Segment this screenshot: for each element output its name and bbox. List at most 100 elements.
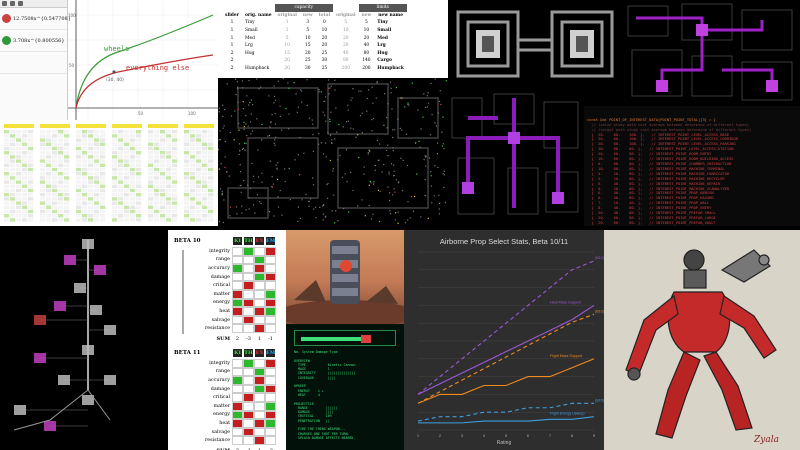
beta-sum-value: -1 [268, 335, 273, 342]
table-cell: 10 [321, 28, 328, 34]
table-cell: 10 [343, 28, 349, 34]
beta-stat-row: resistance [192, 436, 276, 445]
expression-row-2[interactable]: 3.708x^{0.800556} [0, 30, 67, 52]
table-cell: 20 [343, 35, 349, 41]
beta-stat-cell [243, 272, 254, 282]
ascii-map-panel [218, 78, 448, 226]
undo-icon[interactable] [10, 1, 15, 6]
table-cell: 10 [284, 43, 290, 49]
table-cell: 2 [230, 66, 234, 72]
expression-list: 12.7508x^{0.547708} 3.708x^{0.800556} [0, 0, 71, 120]
beta-stat-cell [232, 384, 243, 394]
pipe-maze-panel [448, 0, 622, 88]
table-cell: 1 [285, 20, 289, 26]
table-cell: 20 [304, 50, 311, 56]
beta-stat-cell [254, 410, 265, 420]
beta-stat-cell [232, 419, 243, 428]
table-cell: 25 [321, 66, 328, 72]
table-cell: Lrg [377, 43, 386, 49]
beta-stat-label: damage [210, 274, 230, 280]
beta-column-header: TH [243, 236, 254, 247]
y-tick-label: 50 [69, 63, 75, 68]
beta-stat-cell [232, 393, 243, 402]
table-cell: Lrg [245, 43, 253, 49]
beta-stat-row: integrity [192, 359, 276, 368]
beta-stat-cell [243, 427, 254, 437]
beta-column-header: KI [232, 236, 243, 247]
spreadsheet-image [4, 124, 214, 222]
chart-x-tick-label: 8 [571, 433, 574, 438]
beta-stat-cell [265, 436, 276, 445]
beta-stat-cell [232, 436, 243, 445]
beta-stat-cell [232, 324, 243, 333]
chart-series-label: Heat Mass Support [550, 300, 581, 304]
beta-stat-cell [265, 272, 276, 282]
ascii-map-image [218, 78, 447, 224]
beta-stat-label: range [215, 257, 230, 263]
beta-stat-cell [254, 359, 265, 368]
y-tick-label: 100 [68, 13, 76, 18]
table-row: 2 Humpback 30 30 25 200 200 Humpback [222, 65, 413, 73]
expression-text[interactable]: 3.708x^{0.800556} [13, 38, 65, 44]
table-cell: 30 [321, 58, 328, 64]
table-cell: Cargo [377, 58, 392, 64]
capacity-table-panel: capacity limits slider orig. name original… [218, 0, 448, 78]
beta-stat-cell [265, 410, 276, 420]
beta-stat-cell [243, 255, 254, 265]
chart-x-tick-label: 9 [593, 433, 596, 438]
beta-stat-label: range [215, 369, 230, 375]
beta-stat-cell [265, 247, 276, 256]
beta-stat-cell [265, 307, 276, 316]
expression-row-empty[interactable] [0, 52, 67, 74]
chart-x-tick-label: 7 [549, 433, 552, 438]
item-info-terminal-panel: No. System Damage Type OVERVIEW TYPE Kine… [286, 324, 404, 450]
chart-x-tick-label: 6 [527, 433, 530, 438]
beta-stat-row: critical [192, 281, 276, 290]
beta-column-header-row: KI TH EX EM [192, 236, 276, 247]
expression-color-icon[interactable] [2, 14, 11, 23]
table-cell: 20 [284, 58, 290, 64]
beta-stat-label: energy [213, 412, 230, 418]
expression-color-icon[interactable] [2, 36, 11, 45]
beta-stat-cell [254, 376, 265, 385]
beta-stat-cell [254, 436, 265, 445]
table-cell: 2 [230, 58, 234, 64]
beta-stat-cell [254, 247, 265, 256]
beta-stat-cell [254, 324, 265, 333]
expression-row-1[interactable]: 12.7508x^{0.547708} [0, 8, 71, 30]
beta-stat-cell [232, 281, 243, 290]
intersection-point[interactable] [112, 70, 116, 74]
beta-stat-cell [243, 298, 254, 308]
expression-text[interactable]: 12.7508x^{0.547708} [13, 16, 71, 22]
beta-sum-label: SUM [216, 335, 230, 342]
beta-stat-cell [243, 324, 254, 333]
beta-stat-cell [254, 290, 265, 299]
table-cell: 80 [343, 58, 349, 64]
table-column-header: new [361, 12, 372, 18]
beta-stat-cell [265, 367, 276, 377]
beta-stat-label: energy [213, 300, 230, 306]
table-cell: 10 [304, 35, 311, 41]
beta-stat-cell [243, 376, 254, 385]
beta-column-header: KI [232, 348, 243, 359]
beta-stat-row: energy [192, 298, 276, 308]
group-header-limits: limits [358, 4, 407, 12]
beta-column-header: EX [254, 236, 265, 247]
table-cell: Tiny [377, 20, 388, 26]
add-icon[interactable] [2, 1, 7, 6]
beta-stat-cell [232, 298, 243, 308]
beta-stat-cell [232, 367, 243, 377]
table-cell: 20 [321, 43, 328, 49]
table-cell: 200 [341, 66, 351, 72]
graph-canvas[interactable]: wheels everything else (30, 40) 50 100 1… [68, 0, 218, 120]
settings-icon[interactable] [18, 1, 23, 6]
chart-series-label: (B10) [595, 398, 604, 402]
beta-stat-row: critical [192, 393, 276, 402]
everything-else-curve [75, 54, 214, 109]
table-cell: 5 [306, 28, 310, 34]
beta-stat-label: salvage [211, 317, 230, 323]
beta-stat-cell [232, 290, 243, 299]
graph-panel: 12.7508x^{0.547708} 3.708x^{0.800556} wh… [0, 0, 218, 120]
chart-x-tick-label: 4 [483, 433, 486, 438]
table-cell: Humpback [245, 66, 270, 72]
